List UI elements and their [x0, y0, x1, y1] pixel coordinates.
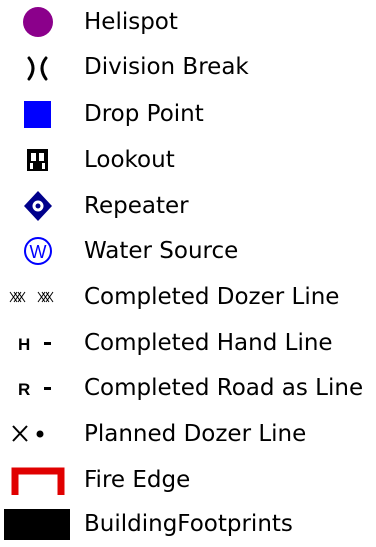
completed-dozer-line-icon [0, 275, 80, 320]
map-legend: Helispot Division Break Drop Point Looko… [0, 0, 376, 544]
legend-label: Fire Edge [84, 467, 191, 493]
legend-label: Lookout [84, 147, 175, 173]
division-break-icon [0, 45, 80, 90]
legend-item-helispot: Helispot [0, 0, 376, 45]
legend-item-completed-hand-line: H Completed Hand Line [0, 321, 376, 366]
lookout-icon [0, 138, 80, 183]
svg-text:R: R [18, 380, 30, 399]
svg-text:H: H [18, 335, 30, 354]
repeater-icon [0, 184, 80, 229]
legend-label: Completed Hand Line [84, 330, 333, 356]
legend-label: Division Break [84, 54, 249, 80]
legend-item-fire-edge: Fire Edge [0, 458, 376, 503]
drop-point-icon [0, 92, 80, 137]
legend-label: Repeater [84, 193, 189, 219]
legend-item-completed-road-line: R Completed Road as Line [0, 366, 376, 411]
legend-item-water-source: W Water Source [0, 229, 376, 274]
legend-item-drop-point: Drop Point [0, 92, 376, 137]
legend-item-division-break: Division Break [0, 45, 376, 90]
legend-label: Completed Road as Line [84, 375, 364, 401]
legend-label: Planned Dozer Line [84, 421, 307, 447]
building-footprint-icon [0, 502, 80, 547]
legend-item-completed-dozer-line: Completed Dozer Line [0, 275, 376, 320]
legend-label: Helispot [84, 9, 178, 35]
helispot-icon [0, 0, 80, 45]
completed-road-line-icon: R [0, 366, 80, 411]
completed-hand-line-icon: H [0, 321, 80, 366]
legend-item-repeater: Repeater [0, 184, 376, 229]
legend-label: Water Source [84, 238, 239, 264]
legend-item-planned-dozer-line: Planned Dozer Line [0, 412, 376, 457]
legend-item-building-footprints: BuildingFootprints [0, 502, 376, 547]
legend-label: Drop Point [84, 101, 204, 127]
svg-text:W: W [30, 242, 47, 262]
water-source-icon: W [0, 229, 80, 274]
planned-dozer-line-icon [0, 412, 80, 457]
legend-item-lookout: Lookout [0, 138, 376, 183]
fire-edge-icon [0, 458, 80, 503]
legend-label: BuildingFootprints [84, 511, 293, 537]
legend-label: Completed Dozer Line [84, 284, 340, 310]
